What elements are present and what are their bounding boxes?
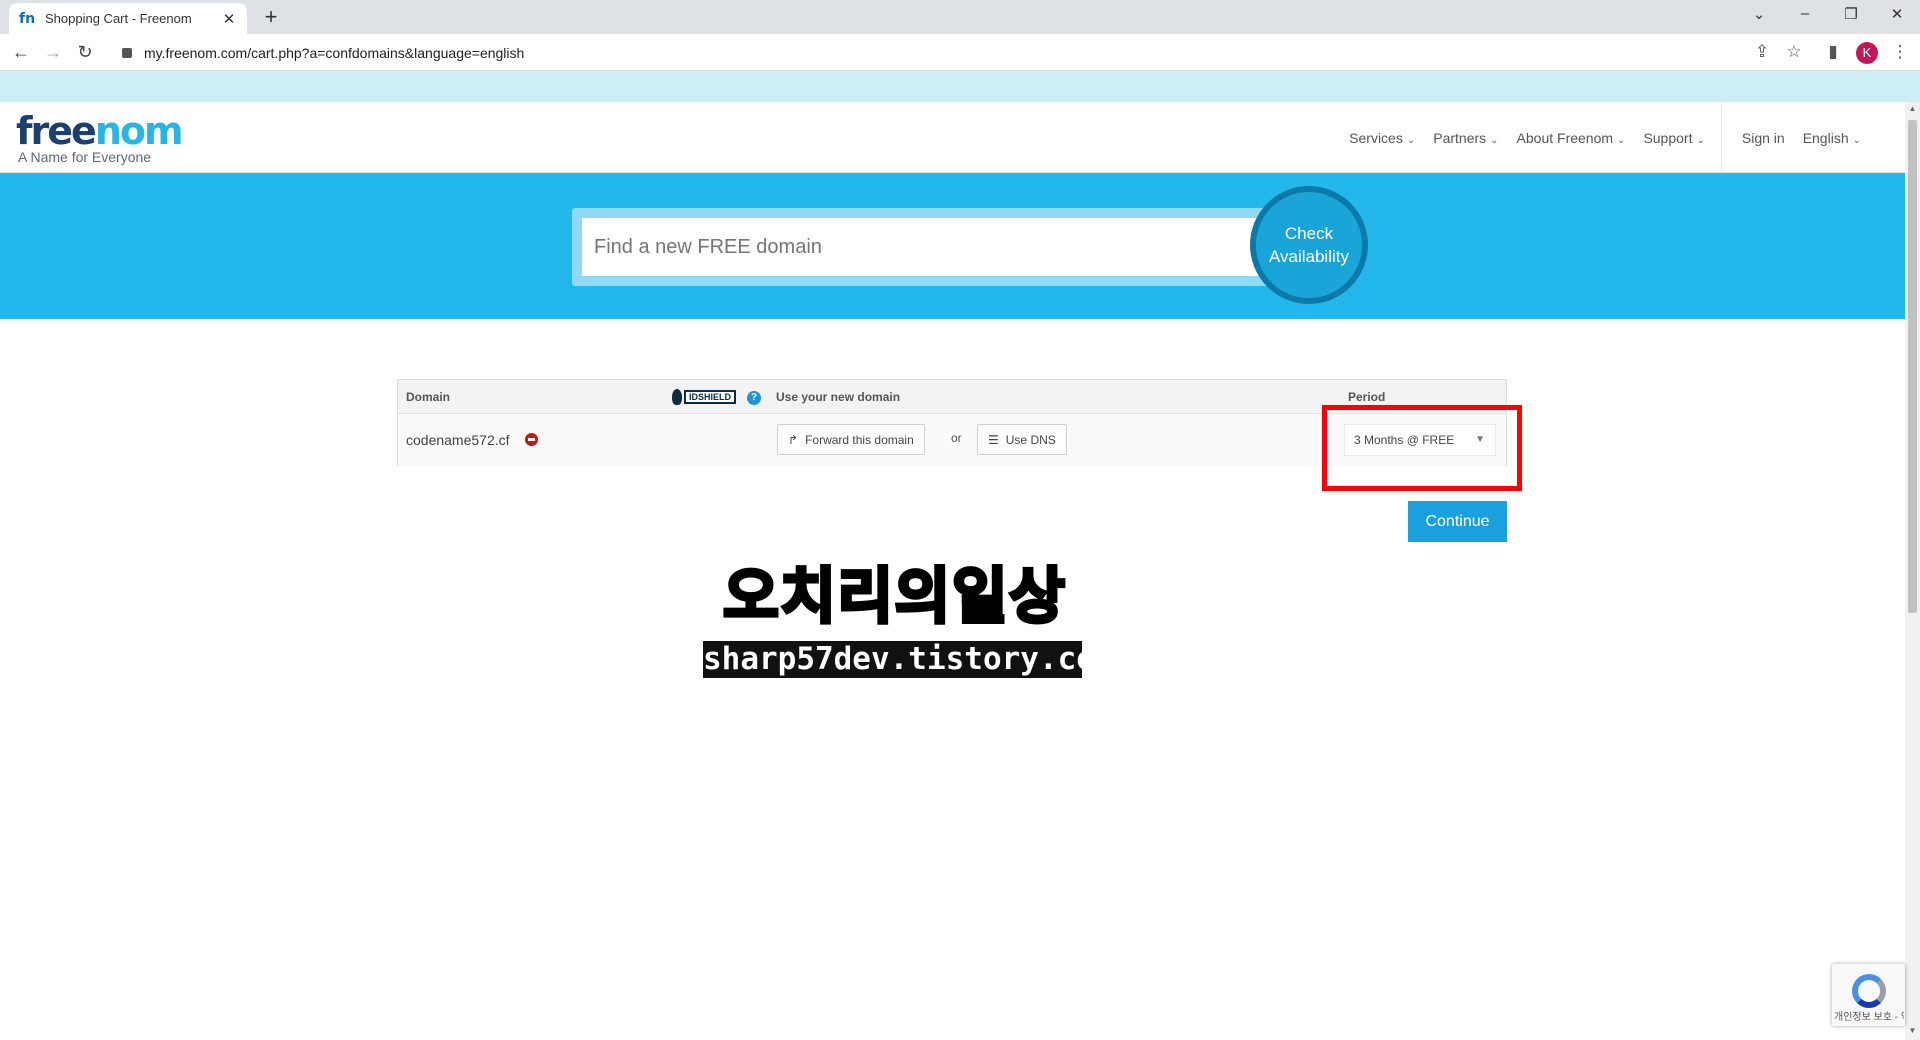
nav-partners-label: Partners [1433, 129, 1487, 146]
help-icon[interactable]: ? [747, 391, 761, 405]
nav-services-label: Services [1349, 129, 1403, 146]
idshield-text: IDSHIELD [684, 390, 737, 404]
domain-search-hero [0, 173, 1905, 319]
chevron-down-icon: ⌄ [1696, 134, 1705, 146]
search-wrapper [572, 208, 1282, 286]
use-dns-label: Use DNS [1005, 432, 1056, 447]
side-panel-icon[interactable]: ▮ [1822, 42, 1844, 62]
profile-avatar[interactable]: K [1856, 42, 1878, 64]
nav-signin[interactable]: Sign in [1742, 130, 1785, 146]
browser-tab[interactable]: fn Shopping Cart - Freenom ✕ [9, 3, 247, 34]
main-nav: Services ⌄ Partners ⌄ About Freenom ⌄ Suppo… [1331, 102, 1905, 173]
continue-button[interactable]: Continue [1408, 501, 1507, 542]
close-tab-icon[interactable]: ✕ [221, 10, 237, 28]
menu-kebab-icon[interactable]: ⋮ [1889, 42, 1911, 62]
forward-arrow-icon: ↱ [788, 432, 799, 447]
close-window-icon[interactable]: ✕ [1882, 5, 1912, 23]
tab-search-icon[interactable]: ⌄ [1744, 5, 1774, 23]
chevron-down-icon: ⌄ [1617, 134, 1626, 146]
reload-icon[interactable]: ↻ [73, 40, 97, 64]
use-dns-button[interactable]: ☰ Use DNS [977, 424, 1067, 455]
freenom-logo[interactable]: freenom [16, 109, 184, 153]
check-availability-button[interactable]: Check Availability [1250, 186, 1368, 304]
recaptcha-icon [1852, 974, 1886, 1008]
share-icon[interactable]: ⇪ [1751, 42, 1773, 62]
nav-support[interactable]: Support ⌄ [1643, 130, 1704, 146]
site-header: freenom A Name for Everyone Services ⌄ Pa… [0, 102, 1905, 173]
scrollbar-thumb[interactable] [1908, 120, 1917, 613]
header-use-domain: Use your new domain [776, 390, 901, 404]
check-label-2: Availability [1268, 247, 1349, 266]
nav-about[interactable]: About Freenom ⌄ [1517, 130, 1626, 146]
scroll-down-arrow-icon[interactable]: ▼ [1905, 1026, 1920, 1038]
recaptcha-badge[interactable]: 개인정보 보호 - 약관 [1832, 964, 1905, 1026]
recaptcha-privacy-text: 개인정보 보호 - 약관 [1834, 1012, 1904, 1023]
logo-part-free: free [16, 109, 97, 153]
url-text[interactable]: my.freenom.com/cart.php?a=confdomains&la… [144, 45, 524, 61]
nav-partners[interactable]: Partners ⌄ [1433, 130, 1498, 146]
logo-part-nom: nom [94, 109, 184, 153]
logo-tagline: A Name for Everyone [18, 149, 152, 165]
forward-domain-label: Forward this domain [805, 432, 914, 447]
browser-tabstrip: fn Shopping Cart - Freenom ✕ + ⌄ – ❐ ✕ [0, 0, 1920, 34]
chevron-down-icon: ⌄ [1406, 134, 1416, 146]
chevron-down-icon: ⌄ [1490, 134, 1499, 146]
scroll-up-arrow-icon[interactable]: ▲ [1905, 104, 1920, 116]
remove-domain-icon[interactable] [525, 433, 538, 446]
restore-icon[interactable]: ❐ [1836, 5, 1866, 23]
nav-language-label: English [1802, 129, 1849, 146]
nav-divider [1720, 102, 1722, 173]
domain-search-input[interactable] [582, 218, 1282, 276]
idshield-badge-icon [672, 389, 682, 405]
nav-support-label: Support [1643, 129, 1693, 146]
header-period: Period [1348, 390, 1386, 404]
screen: fn Shopping Cart - Freenom ✕ + ⌄ – ❐ ✕ ←… [0, 0, 1920, 1040]
nav-language[interactable]: English ⌄ [1803, 130, 1861, 146]
lock-icon[interactable] [122, 47, 132, 58]
tab-title: Shopping Cart - Freenom [45, 11, 192, 26]
domain-name: codename572.cf [406, 432, 510, 448]
nav-services[interactable]: Services ⌄ [1349, 130, 1415, 146]
or-text: or [951, 431, 962, 445]
forward-domain-button[interactable]: ↱ Forward this domain [777, 424, 925, 455]
back-icon[interactable]: ← [9, 40, 33, 64]
chevron-down-icon: ⌄ [1852, 134, 1861, 146]
list-icon: ☰ [988, 432, 999, 447]
new-tab-icon[interactable]: + [258, 4, 284, 30]
freenom-favicon-icon: fn [19, 10, 36, 27]
check-label-1: Check [1284, 224, 1334, 243]
bookmark-star-icon[interactable]: ☆ [1783, 42, 1805, 62]
watermark-title: 오치리의일상 [721, 560, 1067, 634]
nav-about-label: About Freenom [1516, 129, 1614, 146]
forward-icon[interactable]: → [41, 40, 65, 64]
browser-toolbar: ← → ↻ my.freenom.com/cart.php?a=confdoma… [0, 34, 1920, 71]
header-domain: Domain [406, 390, 451, 404]
notice-bar [0, 71, 1920, 102]
address-bar[interactable]: my.freenom.com/cart.php?a=confdomains&la… [110, 38, 1760, 67]
highlight-annotation [1322, 405, 1522, 491]
minimize-icon[interactable]: – [1790, 5, 1820, 22]
watermark-url: sharp57dev.tistory.com [703, 641, 1114, 678]
idshield-logo: IDSHIELD [672, 388, 738, 406]
